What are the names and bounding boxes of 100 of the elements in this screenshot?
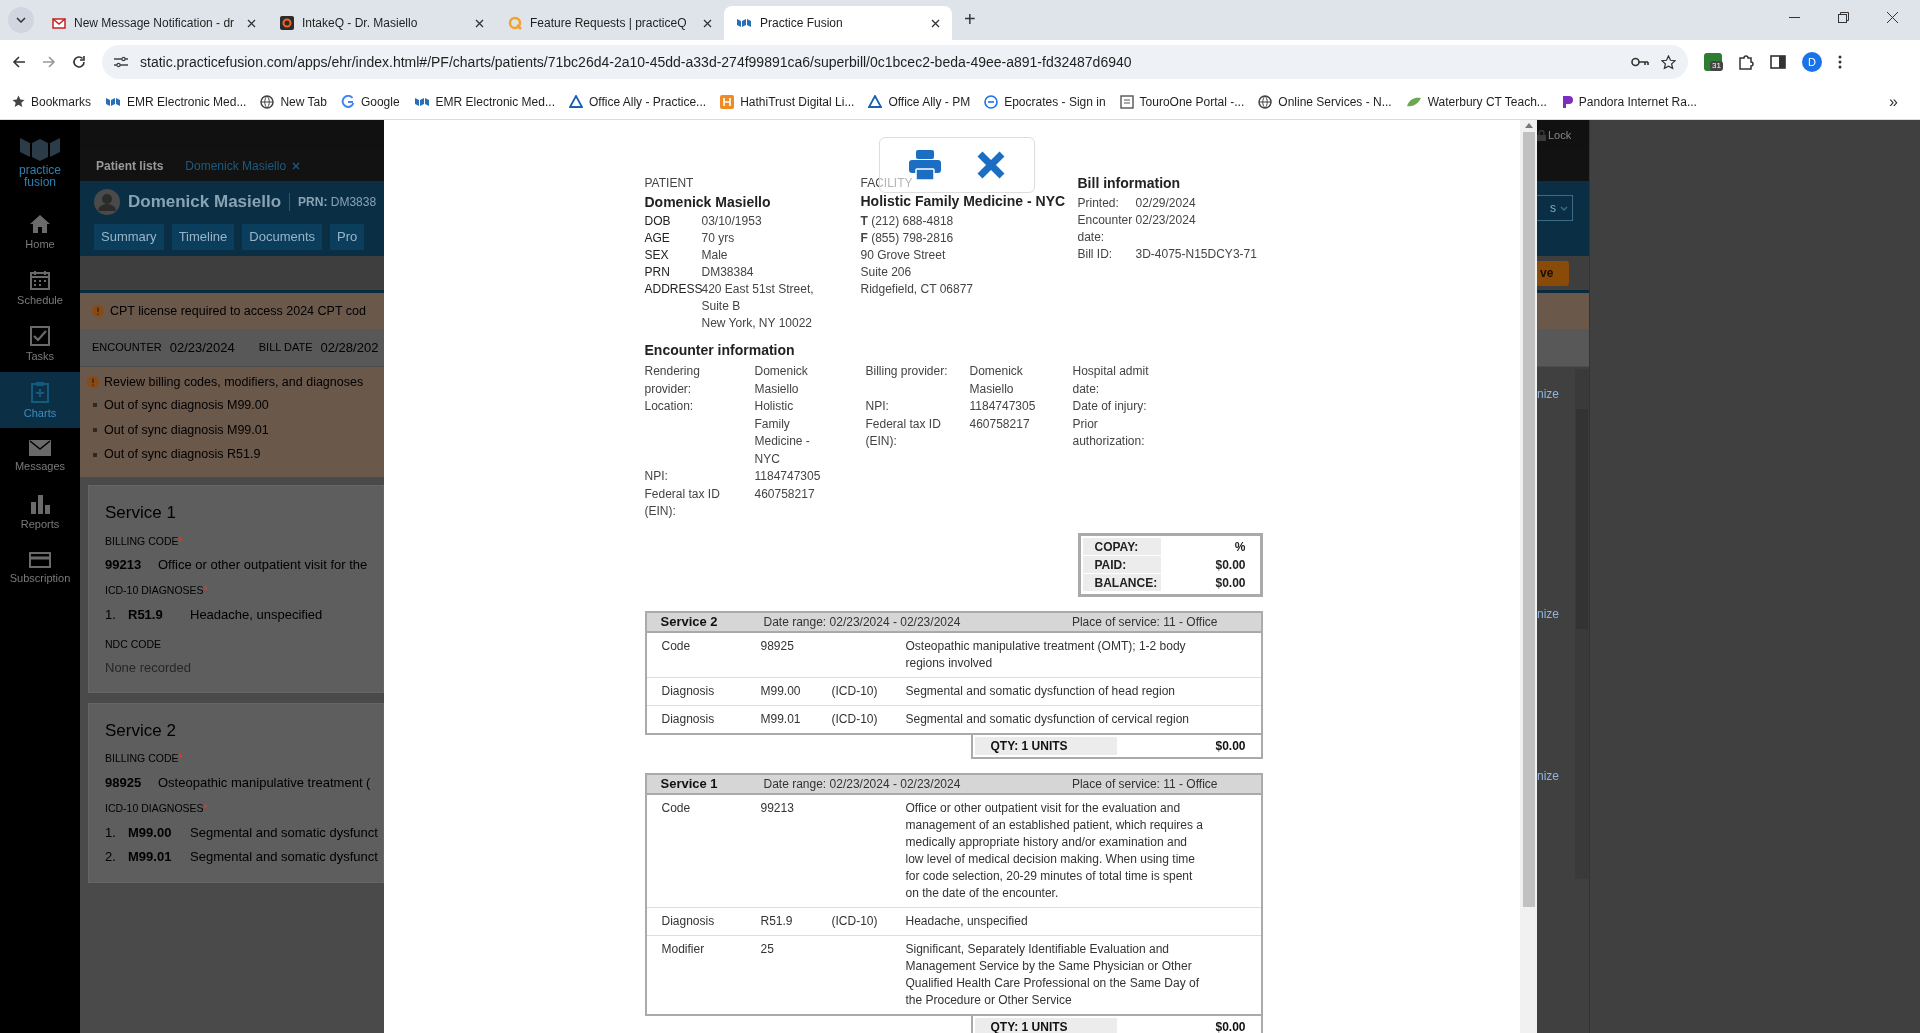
bookmark[interactable]: TouroOne Portal -... xyxy=(1119,92,1245,111)
field-value: 420 East 51st Street, xyxy=(701,281,814,298)
field-label: NPI: xyxy=(865,398,890,415)
link-text[interactable]: nize xyxy=(1537,607,1575,621)
field-value: 1184747305 xyxy=(754,468,822,485)
bookmark[interactable]: Epocrates - Sign in xyxy=(984,92,1106,111)
patient-name: Domenick Masiello xyxy=(644,193,772,212)
link-text[interactable]: nize xyxy=(1537,769,1575,783)
nav-item[interactable]: Tasks xyxy=(0,316,80,372)
chart-tab[interactable]: Pro xyxy=(330,224,365,250)
checkbox-icon xyxy=(30,326,50,346)
star-icon[interactable] xyxy=(1661,54,1676,70)
row-code: 98925 xyxy=(760,637,795,655)
service-title: Service 2 xyxy=(105,719,177,742)
bookmark[interactable]: Bookmarks xyxy=(12,92,92,111)
browser-tab[interactable]: Feature Requests | practiceQ xyxy=(496,6,724,40)
field-label: Printed: xyxy=(1077,195,1120,212)
side-panel-icon[interactable] xyxy=(1770,55,1786,69)
more-bookmarks-button[interactable]: » xyxy=(1889,89,1898,114)
nav-item[interactable]: Schedule xyxy=(0,260,80,316)
bookmark[interactable]: New Tab xyxy=(260,92,327,111)
g-logo-icon xyxy=(340,94,355,109)
nav-item[interactable]: Subscription xyxy=(0,540,80,596)
address-bar[interactable]: static.practicefusion.com/apps/ehr/index.html#/PF/charts/patients/71bc26d4-2a10-45dd-a33d-274f99891ca6/superbill/0c1bcec2-beda-49ee-a891-fd32487d6940 xyxy=(102,45,1688,79)
amount: $0.00 xyxy=(1214,1018,1247,1033)
home-icon xyxy=(29,214,51,234)
chart-tab[interactable]: Summary xyxy=(94,224,164,250)
browser-tab[interactable]: New Message Notification - dr xyxy=(40,6,268,40)
bookmark[interactable]: Google xyxy=(340,92,400,111)
facility-line: 90 Grove Street xyxy=(860,247,947,264)
nav-item[interactable]: Home xyxy=(0,204,80,260)
bookmark[interactable]: Waterbury CT Teach... xyxy=(1405,92,1547,111)
bookmark[interactable]: Online Services - N... xyxy=(1258,92,1392,111)
bookmark[interactable]: EMR Electronic Med... xyxy=(105,92,247,111)
row-description: Significant, Separately Identifiable Evaluation and Management Service by the Same Physician or Other Qualified Health Care Professional on the Same Day of the Procedure or Other Service xyxy=(905,940,1200,1009)
bookmark[interactable]: EMR Electronic Med... xyxy=(413,92,555,111)
field-value: Male xyxy=(701,247,728,264)
quantity-label: QTY: 1 UNITS xyxy=(974,1017,1117,1033)
field-label: BILLING CODE xyxy=(105,533,179,549)
diagnosis-number: 1. xyxy=(105,823,117,842)
field-value: Domenick Masiello xyxy=(969,363,1024,398)
back-arrow-icon[interactable] xyxy=(12,55,26,69)
amount: $0.00 xyxy=(1214,737,1247,755)
alert-item: Out of sync diagnosis M99.00 xyxy=(104,396,269,414)
row-label: Modifier xyxy=(661,940,706,958)
nav-item[interactable]: Messages xyxy=(0,428,80,484)
tab-search-button[interactable] xyxy=(8,7,34,33)
billing-code: 99213 xyxy=(105,556,143,575)
browser-tab[interactable]: Practice Fusion xyxy=(724,6,952,40)
extension-badge: 31 xyxy=(1710,61,1723,71)
site-settings-icon[interactable] xyxy=(114,56,128,68)
profile-avatar[interactable]: D xyxy=(1802,52,1822,72)
new-tab-button[interactable]: + xyxy=(964,8,976,30)
field-label: ADDRESS xyxy=(644,281,702,298)
puzzle-piece-icon[interactable] xyxy=(1738,54,1754,70)
service-title: Service 1 xyxy=(660,774,719,793)
close-icon[interactable] xyxy=(703,18,712,28)
close-icon[interactable] xyxy=(247,18,256,28)
field-label: BILL DATE xyxy=(258,340,313,356)
link-text[interactable]: nize xyxy=(1537,387,1575,401)
field-label: Encounter date: xyxy=(1077,212,1134,246)
close-icon[interactable] xyxy=(931,18,940,28)
bookmark[interactable]: Office Ally - Practice... xyxy=(568,92,707,111)
diagnosis-text: Segmental and somatic dysfunct xyxy=(190,847,378,866)
restore-icon[interactable] xyxy=(1838,12,1849,23)
close-icon[interactable] xyxy=(1887,12,1898,23)
scroll-up-icon[interactable] xyxy=(1524,123,1533,128)
nav-item[interactable]: Reports xyxy=(0,484,80,540)
scrollbar[interactable] xyxy=(1520,120,1537,1033)
reload-icon[interactable] xyxy=(72,55,86,69)
code-system: (ICD-10) xyxy=(831,912,879,930)
field-label: DOB xyxy=(644,213,672,230)
menu-icon[interactable] xyxy=(1838,55,1842,69)
cubes-logo-icon xyxy=(413,95,430,108)
total-label: COPAY: xyxy=(1082,537,1161,555)
row-description: Office or other outpatient visit for the evaluation and management of an established patient, which requires a medically appropriate history and/or examination and low level of medical decision making. When using time for code selection, 20-29 minutes of total time is spent on the date of the encounter. xyxy=(905,799,1204,902)
extension-icon[interactable]: 31 xyxy=(1704,53,1722,71)
nav-item[interactable]: Charts xyxy=(0,372,80,428)
tab-title: New Message Notification - dr xyxy=(74,15,236,32)
forward-arrow-icon[interactable] xyxy=(42,55,56,69)
browser-tab[interactable]: IntakeQ - Dr. Masiello xyxy=(268,6,496,40)
bookmark[interactable]: Pandora Internet Ra... xyxy=(1560,92,1697,111)
bookmark[interactable]: Office Ally - PM xyxy=(868,92,971,111)
row-code: 99213 xyxy=(760,799,795,817)
tab-title: IntakeQ - Dr. Masiello xyxy=(302,15,419,32)
chevron-down-icon xyxy=(1560,205,1568,211)
envelope-icon xyxy=(29,440,51,456)
patient-tab[interactable]: Patient lists xyxy=(96,156,164,175)
diagnosis-code: M99.00 xyxy=(128,823,173,842)
service-title: Service 2 xyxy=(660,612,719,631)
bookmark[interactable]: HathiTrust Digital Li... xyxy=(720,92,855,111)
alert-item: Out of sync diagnosis R51.9 xyxy=(104,446,261,464)
facility-line: Suite 206 xyxy=(860,264,913,281)
field-label: Location: xyxy=(644,398,695,415)
chart-tab[interactable]: Documents xyxy=(242,224,323,250)
dropdown[interactable]: s xyxy=(1537,195,1573,221)
chart-tab[interactable]: Timeline xyxy=(171,224,235,250)
field-label: Date of injury: xyxy=(1072,398,1148,415)
close-icon[interactable] xyxy=(475,18,484,28)
key-icon[interactable] xyxy=(1631,57,1649,67)
